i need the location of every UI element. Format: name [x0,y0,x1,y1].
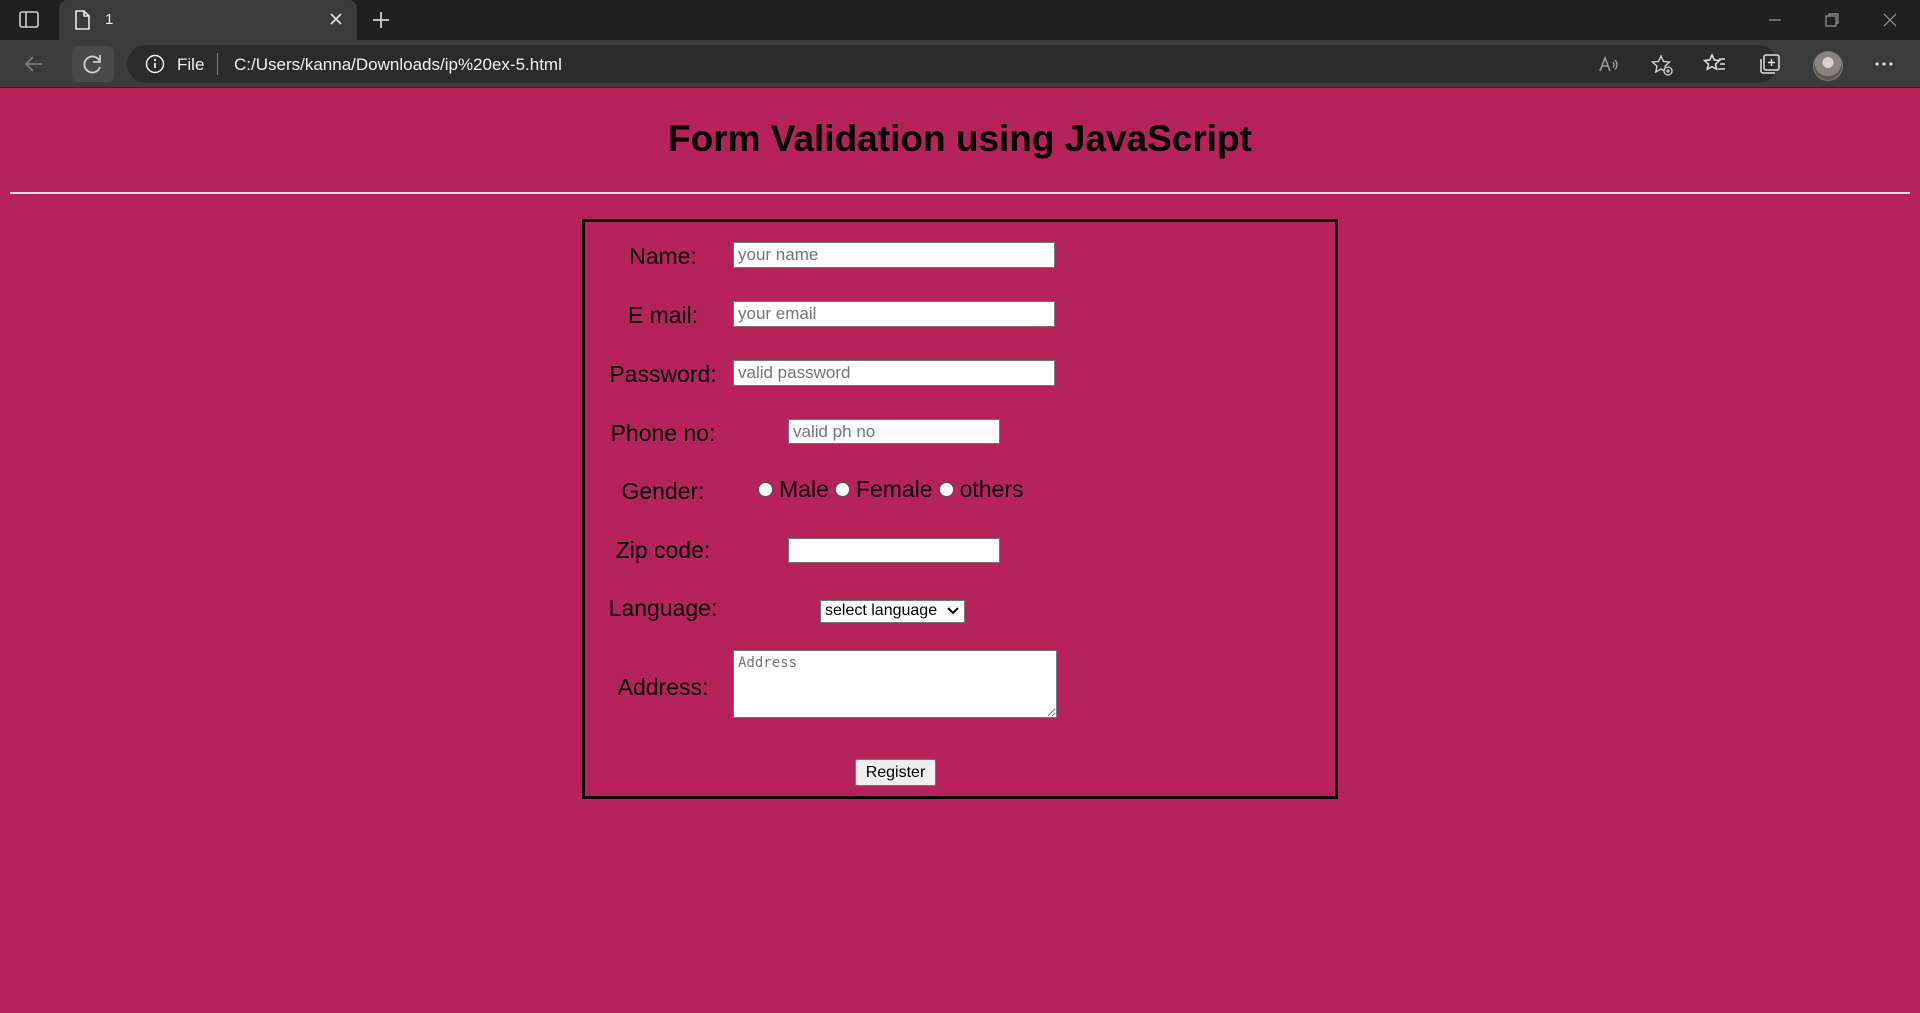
gender-male-label: Male [779,476,829,502]
page-title: Form Validation using JavaScript [668,118,1252,159]
language-selected: select language [825,602,938,619]
minimize-icon[interactable] [1763,8,1787,32]
back-icon[interactable] [20,50,48,78]
url-separator [217,53,218,75]
gender-label: Gender: [621,478,705,504]
phone-input[interactable] [788,419,1000,444]
horizontal-rule [10,192,1910,194]
register-button[interactable]: Register [855,759,936,786]
close-tab-icon[interactable] [327,10,345,28]
password-label: Password: [609,361,717,387]
password-input[interactable] [733,360,1055,386]
collections-icon[interactable] [1756,50,1784,78]
url-scheme: File [177,55,205,74]
zip-input[interactable] [788,538,1000,563]
address-toolbar: File C:/Users/kanna/Downloads/ip%20ex-5.… [0,40,1920,88]
gender-male-radio[interactable] [758,482,773,497]
registration-form: Name: E mail: Password: Phone no: Gender… [582,219,1338,799]
gender-female-radio[interactable] [834,482,850,497]
gender-others-radio[interactable] [938,482,954,497]
zip-label: Zip code: [615,537,711,563]
read-aloud-icon[interactable] [1597,54,1619,76]
language-label: Language: [608,595,718,621]
add-favorite-icon[interactable] [1650,54,1673,76]
omnibox[interactable]: File C:/Users/kanna/Downloads/ip%20ex-5.… [127,45,1777,83]
gender-female-label: Female [855,476,933,502]
language-select[interactable]: select language [820,600,965,623]
document-icon [73,10,91,30]
chevron-down-icon [946,604,960,618]
close-window-icon[interactable] [1878,8,1902,32]
tab-actions-icon[interactable] [18,10,42,30]
new-tab-icon[interactable] [369,8,393,32]
url-text[interactable]: C:/Users/kanna/Downloads/ip%20ex-5.html [234,55,562,75]
reload-icon[interactable] [79,50,107,78]
tab-strip: 1 [0,0,1920,40]
gender-others-label: others [959,476,1024,502]
restore-icon[interactable] [1820,8,1844,32]
info-icon[interactable] [145,54,165,74]
address-label: Address: [617,674,709,700]
phone-label: Phone no: [610,420,716,446]
name-label: Name: [629,243,697,269]
address-textarea[interactable] [733,650,1057,718]
browser-tab[interactable]: 1 [59,0,357,40]
name-input[interactable] [733,242,1055,268]
tab-title: 1 [105,11,114,28]
email-input[interactable] [733,301,1055,327]
email-label: E mail: [627,302,699,328]
favorites-icon[interactable] [1701,50,1729,78]
gender-radio-group: Male Female others [758,476,1030,503]
more-menu-icon[interactable] [1870,50,1898,78]
profile-avatar[interactable] [1813,51,1843,81]
